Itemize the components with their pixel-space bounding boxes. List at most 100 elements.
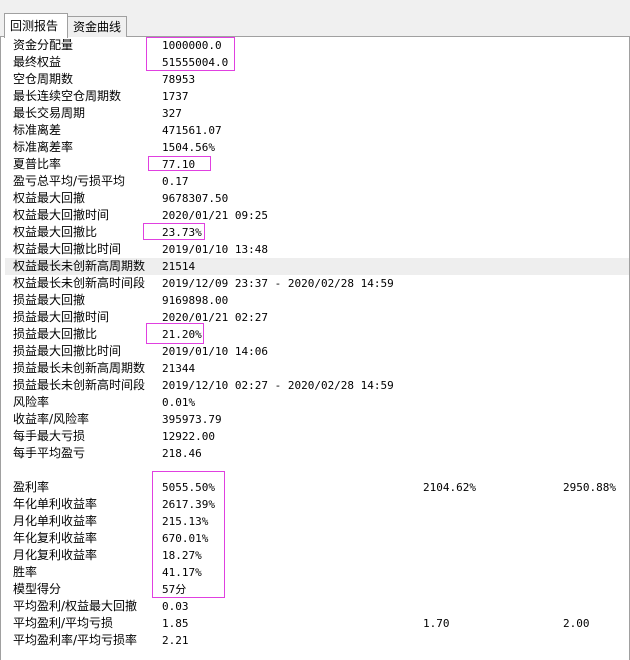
metric-value: 215.13% [162, 515, 209, 528]
metric-value: 2019/12/09 23:37 - 2020/02/28 14:59 [162, 277, 394, 290]
metric-label: 权益最长未创新高时间段 [13, 276, 146, 290]
metric-value: 1737 [162, 90, 189, 103]
metric-label: 标准离差率 [13, 140, 74, 154]
metric-label: 月化单利收益率 [13, 514, 98, 528]
metric-label: 损益最大回撤时间 [13, 310, 110, 324]
table-row: 月化单利收益率 215.13% [5, 513, 629, 530]
metric-label: 平均盈利率/平均亏损率 [13, 633, 138, 647]
table-row: 风险率 0.01% [5, 394, 629, 411]
metric-label: 年化复利收益率 [13, 531, 98, 545]
metric-value: 77.10 [162, 158, 196, 171]
metric-label: 每手最大亏损 [13, 429, 86, 443]
metric-label: 风险率 [13, 395, 50, 409]
tab-equity-curve[interactable]: 资金曲线 [67, 16, 127, 37]
metric-value: 18.27% [162, 549, 202, 562]
metric-value: 9678307.50 [162, 192, 229, 205]
metric-label: 模型得分 [13, 582, 62, 596]
table-row: 损益最大回撤 9169898.00 [5, 292, 629, 309]
metric-label: 月化复利收益率 [13, 548, 98, 562]
metric-value: 0.17 [162, 175, 189, 188]
metric-label: 盈利率 [13, 480, 50, 494]
metric-value: 9169898.00 [162, 294, 229, 307]
table-row: 夏普比率 77.10 [5, 156, 629, 173]
table-row: 损益最长未创新高时间段 2019/12/10 02:27 - 2020/02/28… [5, 377, 629, 394]
metric-value: 2019/01/10 14:06 [162, 345, 268, 358]
table-row: 胜率 41.17% [5, 564, 629, 581]
metric-label: 每手平均盈亏 [13, 446, 86, 460]
metric-label: 损益最大回撤比时间 [13, 344, 122, 358]
metric-label: 损益最大回撤 [13, 293, 86, 307]
metric-value-short: 2950.88% [563, 481, 616, 494]
metric-value: 2019/01/10 13:48 [162, 243, 268, 256]
metric-label: 最长交易周期 [13, 106, 86, 120]
table-row: 年化复利收益率 670.01% [5, 530, 629, 547]
table-row: 模型得分 57分 [5, 581, 629, 598]
metric-label: 夏普比率 [13, 157, 62, 171]
table-row: 损益最大回撤比时间 2019/01/10 14:06 [5, 343, 629, 360]
table-row: 平均盈利/平均亏损 1.85 1.70 2.00 [5, 615, 629, 632]
metric-value: 0.01% [162, 396, 196, 409]
table-row: 损益最大回撤比 21.20% [5, 326, 629, 343]
metric-value: 1.85 [162, 617, 189, 630]
table-row: 每手最大亏损 12922.00 [5, 428, 629, 445]
table-row: 盈利率 5055.50% 2104.62% 2950.88% [5, 479, 629, 496]
metric-label: 权益最大回撤时间 [13, 208, 110, 222]
metric-value: 41.17% [162, 566, 202, 579]
metric-value-long: 2104.62% [423, 481, 476, 494]
metric-label: 标准离差 [13, 123, 62, 137]
metric-label: 权益最大回撤比时间 [13, 242, 122, 256]
metric-value: 2020/01/21 09:25 [162, 209, 268, 222]
metric-value: 0.03 [162, 600, 189, 613]
table-row: 空仓周期数 78953 [5, 71, 629, 88]
metric-value: 1000000.0 [162, 39, 222, 52]
metric-label: 资金分配量 [13, 38, 74, 52]
metric-label: 权益最长未创新高周期数 [13, 259, 146, 273]
table-row: 平均盈利/权益最大回撤 0.03 [5, 598, 629, 615]
metric-label: 权益最大回撤比 [13, 225, 98, 239]
table-row: 资金分配量 1000000.0 [5, 37, 629, 54]
metric-value: 1504.56% [162, 141, 215, 154]
metric-label: 年化单利收益率 [13, 497, 98, 511]
metric-value: 2020/01/21 02:27 [162, 311, 268, 324]
table-row: 最长连续空仓周期数 1737 [5, 88, 629, 105]
metric-value: 5055.50% [162, 481, 215, 494]
table-row: 权益最长未创新高时间段 2019/12/09 23:37 - 2020/02/28… [5, 275, 629, 292]
metric-value: 2617.39% [162, 498, 215, 511]
metric-label: 胜率 [13, 565, 38, 579]
metric-label: 最终权益 [13, 55, 62, 69]
metric-value: 670.01% [162, 532, 209, 545]
table-row: 损益最大回撤时间 2020/01/21 02:27 [5, 309, 629, 326]
metric-label: 盈亏总平均/亏损平均 [13, 174, 126, 188]
table-row: 平均盈利率/平均亏损率 2.21 [5, 632, 629, 649]
metric-value: 51555004.0 [162, 56, 229, 69]
table-row: 损益最长未创新高周期数 21344 [5, 360, 629, 377]
metric-value: 471561.07 [162, 124, 222, 137]
metric-label: 权益最大回撤 [13, 191, 86, 205]
table-row [5, 462, 629, 479]
metric-value: 12922.00 [162, 430, 215, 443]
table-row: 权益最大回撤 9678307.50 [5, 190, 629, 207]
metric-value: 327 [162, 107, 182, 120]
table-row: 最终权益 51555004.0 [5, 54, 629, 71]
metric-value: 21514 [162, 260, 196, 273]
table-row: 年化单利收益率 2617.39% [5, 496, 629, 513]
table-row: 月化复利收益率 18.27% [5, 547, 629, 564]
report-panel: 资金分配量 1000000.0 最终权益 51555004.0 空仓周期数 78953 最长… [0, 37, 630, 660]
tab-backtest-report[interactable]: 回测报告 [4, 13, 68, 38]
table-row: 标准离差 471561.07 [5, 122, 629, 139]
metric-value: 395973.79 [162, 413, 222, 426]
table-row: 标准离差率 1504.56% [5, 139, 629, 156]
table-row: 权益最大回撤比 23.73% [5, 224, 629, 241]
table-row: 权益最长未创新高周期数 21514 [5, 258, 629, 275]
table-row: 权益最大回撤比时间 2019/01/10 13:48 [5, 241, 629, 258]
table-row: 每手平均盈亏 218.46 [5, 445, 629, 462]
metric-label: 收益率/风险率 [13, 412, 90, 426]
metric-label: 平均盈利/平均亏损 [13, 616, 114, 630]
metric-value: 78953 [162, 73, 196, 86]
table-row: 最长交易周期 327 [5, 105, 629, 122]
metric-value: 218.46 [162, 447, 202, 460]
metric-label: 空仓周期数 [13, 72, 74, 86]
metric-value: 2019/12/10 02:27 - 2020/02/28 14:59 [162, 379, 394, 392]
metric-label: 损益最长未创新高周期数 [13, 361, 146, 375]
table-row: 收益率/风险率 395973.79 [5, 411, 629, 428]
